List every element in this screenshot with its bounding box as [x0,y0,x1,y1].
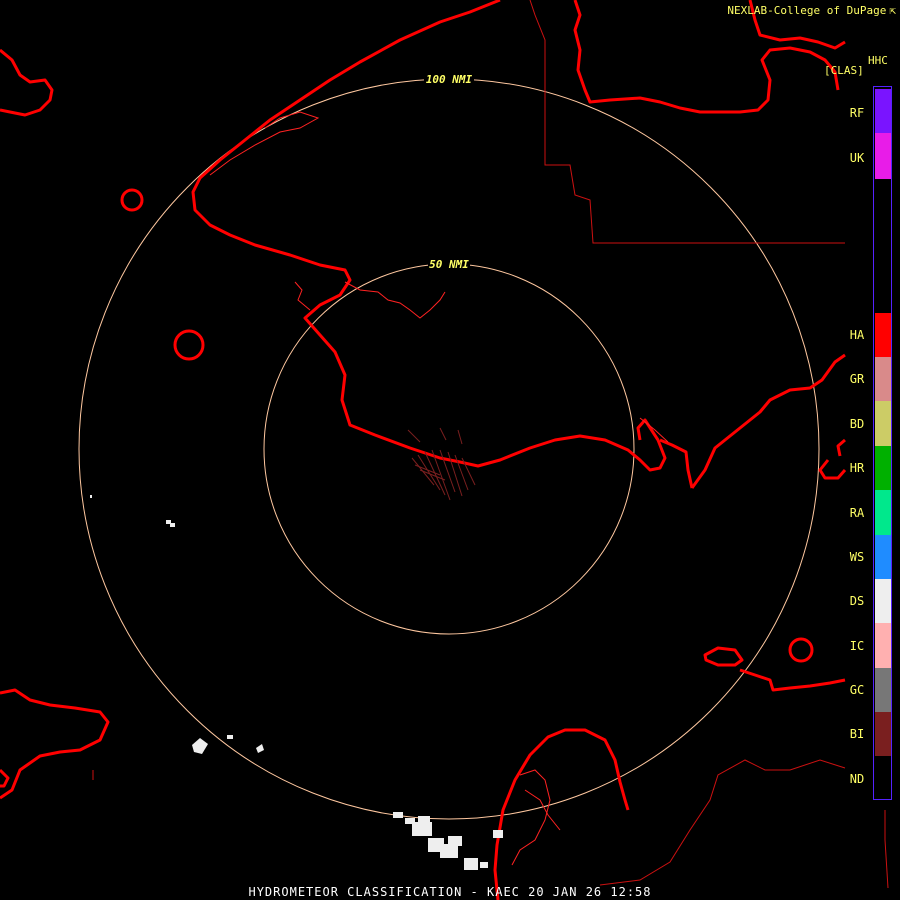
swatch-gc [875,668,891,712]
legend-label-bd: BD [849,417,865,431]
legend-color-bar [873,86,892,800]
class-label: [CLAS] [824,64,864,77]
legend-label-ws: WS [849,550,865,564]
swatch-bd [875,401,891,446]
precip-echoes [90,495,503,870]
radar-map: 100 NMI 50 NMI [0,0,889,900]
legend-label-gr: GR [849,372,865,386]
ground-clutter [407,427,476,501]
swatch-ha [875,313,891,357]
legend-label-bi: BI [849,727,865,741]
swatch-ra [875,490,891,535]
legend-label-uk: UK [849,151,865,165]
swatch-uk [875,133,891,179]
ring-label-100: 100 NMI [426,73,473,86]
legend-label-ds: DS [849,594,865,608]
credit-icon: ⇱ [889,4,896,17]
product-title: HYDROMETEOR CLASSIFICATION - KAEC 20 JAN… [248,885,652,899]
range-ring-100 [78,78,820,820]
swatch-ic [875,623,891,668]
ring-label-50: 50 NMI [429,258,469,271]
legend-label-rf: RF [849,106,865,120]
coastlines [0,0,847,900]
legend-label-hr: HR [849,461,865,475]
legend-label-ic: IC [849,639,865,653]
swatch-ws [875,535,891,579]
credit-text: NEXLAB-College of DuPage ⇱ [727,4,896,17]
swatch-hr [875,446,891,490]
swatch-rf [875,89,891,133]
legend-label-ra: RA [849,506,865,520]
swatch-bi [875,712,891,756]
legend-label-gc: GC [849,683,865,697]
swatch-gr [875,357,891,401]
political-borders [92,0,889,889]
swatch-ds [875,579,891,623]
legend-label-ha: HA [849,328,865,342]
range-ring-50 [263,263,635,635]
swatch-nd [875,756,891,798]
product-code: HHC [868,54,888,67]
legend-label-nd: ND [849,772,865,786]
